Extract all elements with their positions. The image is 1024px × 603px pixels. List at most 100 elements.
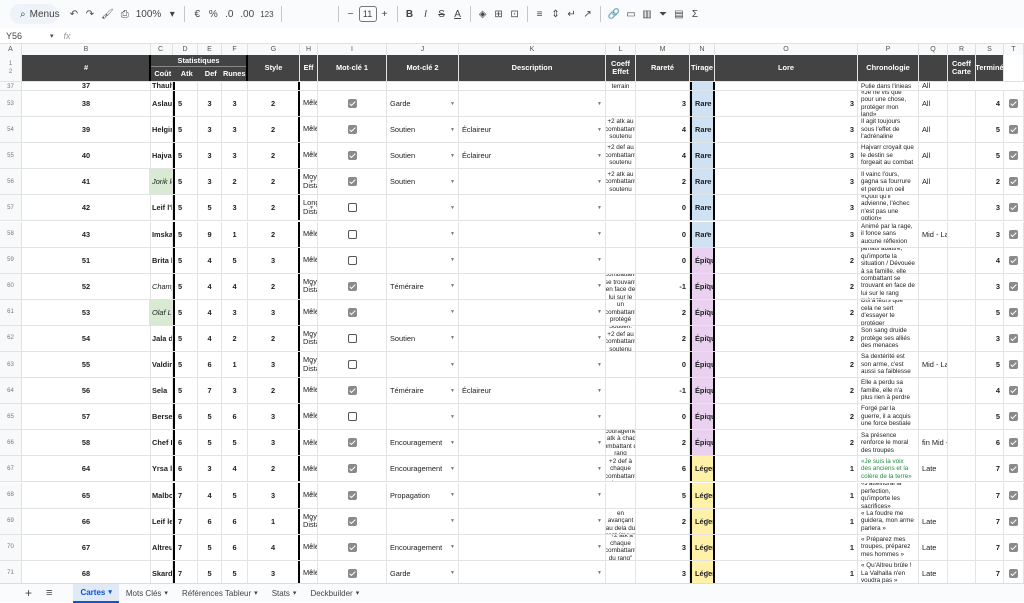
cell-atk[interactable]: 5: [198, 404, 222, 430]
tab-1[interactable]: Mots Clés ▾: [119, 584, 175, 603]
termine-checkbox[interactable]: [1009, 412, 1018, 422]
cell-style[interactable]: Moyenne Distance▼: [300, 508, 318, 534]
functions-button[interactable]: Σ: [687, 4, 703, 24]
cell-def[interactable]: 4: [222, 273, 248, 299]
cell-def[interactable]: 5: [222, 560, 248, 583]
header-style[interactable]: Style: [248, 55, 300, 81]
cell-nom[interactable]: Helgird le précipité: [149, 117, 173, 143]
cell-def[interactable]: 5: [222, 482, 248, 508]
cell-coeff-carte[interactable]: 5: [976, 117, 1004, 143]
cell-style[interactable]: Moyenne Distance▼: [300, 273, 318, 299]
cell-chronologie[interactable]: [919, 378, 948, 404]
cell-q[interactable]: [948, 378, 976, 404]
column-header-S[interactable]: S: [976, 44, 1004, 55]
cell-style[interactable]: Mêlée▼: [300, 430, 318, 456]
row-number[interactable]: 67: [0, 456, 22, 482]
cell-mot1[interactable]: ▼: [387, 299, 459, 325]
column-header-A[interactable]: A: [0, 44, 22, 55]
cell-coeff-effet[interactable]: 5: [636, 482, 690, 508]
undo-icon[interactable]: ↶: [66, 4, 82, 24]
cell-rarete[interactable]: Rare ▼: [690, 91, 715, 117]
cell-termine[interactable]: [1004, 91, 1024, 117]
row-number[interactable]: 65: [0, 404, 22, 430]
cell-coeff-carte[interactable]: 3: [976, 325, 1004, 351]
menus-search[interactable]: ⌕ Menus: [10, 4, 60, 24]
termine-checkbox[interactable]: [1009, 490, 1018, 500]
increase-decimal-button[interactable]: .00: [237, 4, 257, 24]
column-header-F[interactable]: F: [222, 44, 248, 55]
cell-eff[interactable]: [318, 430, 387, 456]
cell-nom[interactable]: Yrsa l'Archidruide: [149, 456, 173, 482]
cell-style[interactable]: Mêlée▼: [300, 247, 318, 273]
header-def[interactable]: Def: [199, 67, 223, 81]
cell-q[interactable]: [948, 221, 976, 247]
cell-lore[interactable]: « Préparez mes troupes, préparez mes hom…: [858, 534, 919, 560]
cell-num[interactable]: 51: [22, 247, 151, 273]
cell-desc[interactable]: [606, 195, 636, 221]
cell-desc[interactable]: +2 atk et +2 def à chaque combattant du …: [606, 456, 636, 482]
eff-checkbox[interactable]: [347, 490, 357, 500]
cell-def[interactable]: 6: [222, 508, 248, 534]
cell-atk[interactable]: 7: [198, 378, 222, 404]
cell-mot1[interactable]: ▼: [387, 404, 459, 430]
cell-reference[interactable]: Y56: [0, 31, 50, 41]
cell-desc[interactable]: [606, 482, 636, 508]
cell-tirage[interactable]: 3: [715, 91, 858, 117]
cell-eff[interactable]: [318, 195, 387, 221]
cell-mot1[interactable]: Soutien ▼: [387, 169, 459, 195]
cell-chronologie[interactable]: All: [919, 117, 948, 143]
termine-checkbox[interactable]: [1009, 542, 1018, 552]
strikethrough-button[interactable]: S: [434, 4, 450, 24]
termine-checkbox[interactable]: [1009, 464, 1018, 474]
termine-checkbox[interactable]: [1009, 203, 1018, 213]
cell-num[interactable]: 53: [22, 299, 151, 325]
cell-termine[interactable]: [1004, 508, 1024, 534]
cell-eff[interactable]: [318, 404, 387, 430]
cell-nom[interactable]: Jorik le Vaillant: [149, 169, 173, 195]
eff-checkbox[interactable]: [347, 360, 357, 370]
cell-cout[interactable]: 6: [173, 430, 198, 456]
header-mot1[interactable]: Mot-clé 1: [318, 55, 387, 81]
cell-lore[interactable]: «Quoi qu'il advienne, l'échec n'est pas …: [858, 195, 919, 221]
cell-atk[interactable]: 6: [198, 508, 222, 534]
cell-cout[interactable]: 5: [173, 378, 198, 404]
cell-num[interactable]: 43: [22, 221, 151, 247]
cell-coeff-carte[interactable]: 3: [976, 195, 1004, 221]
borders-icon[interactable]: ⊞: [491, 4, 507, 24]
cell-rarete[interactable]: Épique▼: [690, 430, 715, 456]
cell-tirage[interactable]: 1: [715, 456, 858, 482]
cell-mot1[interactable]: Garde ▼: [387, 91, 459, 117]
cell-num[interactable]: 56: [22, 378, 151, 404]
cell-desc[interactable]: [606, 352, 636, 378]
termine-checkbox[interactable]: [1009, 177, 1018, 187]
cell-nom[interactable]: Imskar l'arrogant: [149, 221, 173, 247]
header-coeff_carte[interactable]: Coeff Carte: [948, 55, 976, 81]
cell-def[interactable]: 6: [222, 404, 248, 430]
cell-chronologie[interactable]: Late: [919, 560, 948, 583]
cell-coeff-effet[interactable]: 2: [636, 508, 690, 534]
filter-views-icon[interactable]: ▤: [671, 4, 687, 24]
cell-mot2[interactable]: Éclaireur ▼: [459, 143, 606, 169]
cell-style[interactable]: Mêlée▼: [300, 378, 318, 404]
cell-rarete[interactable]: Épique▼: [690, 247, 715, 273]
cell-coeff-effet[interactable]: 2: [636, 169, 690, 195]
cell-chronologie[interactable]: [919, 195, 948, 221]
tab-0[interactable]: Cartes ▾: [73, 583, 119, 603]
cell-coeff-carte[interactable]: 6: [976, 430, 1004, 456]
cell-tirage[interactable]: 3: [715, 117, 858, 143]
cell-num[interactable]: 41: [22, 169, 151, 195]
cell-num[interactable]: 39: [22, 117, 151, 143]
fill-color-icon[interactable]: ◈: [475, 4, 491, 24]
cell-runes[interactable]: 3: [248, 560, 300, 583]
cell-atk[interactable]: 4: [198, 299, 222, 325]
cell-eff[interactable]: [318, 560, 387, 583]
cell-coeff-carte[interactable]: 7: [976, 534, 1004, 560]
cell-mot2[interactable]: ▼: [459, 404, 606, 430]
row-number[interactable]: 69: [0, 508, 22, 534]
cell-lore[interactable]: «Je suis la voix des anciens et la colèr…: [858, 456, 919, 482]
cell-coeff-effet[interactable]: 4: [636, 143, 690, 169]
cell-mot2[interactable]: ▼: [459, 352, 606, 378]
cell-tirage[interactable]: 2: [715, 299, 858, 325]
cell-cout[interactable]: 5: [173, 273, 198, 299]
cell-eff[interactable]: [318, 325, 387, 351]
